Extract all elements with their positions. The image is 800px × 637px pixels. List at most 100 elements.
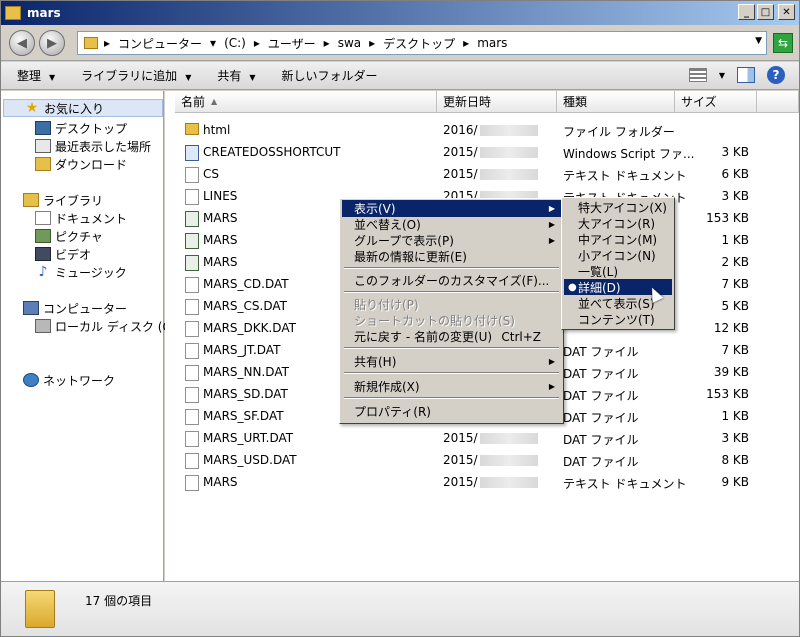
submenu-arrow-icon: ▶ <box>548 382 555 391</box>
file-date: 2015/ <box>443 431 538 445</box>
file-size: 7 KB <box>721 277 749 291</box>
submenu-item-extra-large-icons[interactable]: 特大アイコン(X) <box>564 199 672 215</box>
file-name: MARS_DKK.DAT <box>203 321 296 335</box>
refresh-icon[interactable]: ⇆ <box>773 33 793 53</box>
file-row[interactable]: MARS_USD.DAT 2015/DAT ファイル 8 KB <box>181 449 781 471</box>
redacted-date <box>479 169 538 180</box>
close-button[interactable]: ✕ <box>778 4 795 20</box>
breadcrumb-computer[interactable]: コンピューター <box>118 35 202 52</box>
back-button[interactable]: ◀ <box>9 30 35 56</box>
nav-item-pictures[interactable]: ピクチャ <box>35 227 103 245</box>
file-name: MARS <box>203 255 238 269</box>
share-button[interactable]: 共有 ▼ <box>201 67 265 84</box>
add-to-library-button[interactable]: ライブラリに追加 ▼ <box>65 67 201 84</box>
file-name: CREATEDOSSHORTCUT <box>203 145 341 159</box>
submenu-arrow-icon: ▶ <box>548 220 555 229</box>
file-icon <box>185 387 199 403</box>
file-icon <box>185 453 199 469</box>
nav-item-desktop[interactable]: デスクトップ <box>35 119 127 137</box>
file-type: DAT ファイル <box>563 411 639 425</box>
menu-item-undo[interactable]: 元に戻す - 名前の変更(U) Ctrl+Z <box>342 328 561 345</box>
view-options-icon[interactable] <box>688 68 707 82</box>
breadcrumb-desktop[interactable]: デスクトップ <box>383 35 455 52</box>
file-name: MARS <box>203 233 238 247</box>
help-icon[interactable]: ? <box>767 66 785 84</box>
file-name: MARS_USD.DAT <box>203 453 297 467</box>
file-icon <box>185 409 199 425</box>
explorer-window: mars _ □ ✕ ◀ ▶ ▸ コンピューター ▾ (C:) ▸ ユーザー ▸… <box>0 0 800 637</box>
chevron-down-icon: ▼ <box>249 73 256 82</box>
submenu-item-small-icons[interactable]: 小アイコン(N) <box>564 247 672 263</box>
organize-button[interactable]: 整理 ▼ <box>1 67 65 84</box>
preview-pane-icon[interactable] <box>737 67 755 83</box>
column-header-size[interactable]: サイズ <box>675 91 757 113</box>
file-type: Windows Script ファ... <box>563 147 695 161</box>
submenu-item-content[interactable]: コンテンツ(T) <box>564 311 672 327</box>
file-size: 3 KB <box>721 189 749 203</box>
column-header-type[interactable]: 種類 <box>557 91 675 113</box>
nav-item-computer[interactable]: コンピューター <box>23 299 127 317</box>
submenu-arrow-icon: ▶ <box>548 204 555 213</box>
file-name: MARS_SF.DAT <box>203 409 284 423</box>
menu-item-new[interactable]: 新規作成(X) ▶ <box>342 378 561 395</box>
file-name: MARS_URT.DAT <box>203 431 294 445</box>
downloads-icon <box>35 157 51 171</box>
submenu-item-medium-icons[interactable]: 中アイコン(M) <box>564 231 672 247</box>
title-bar[interactable]: mars _ □ ✕ <box>1 1 799 25</box>
nav-item-recent[interactable]: 最近表示した場所 <box>35 137 151 155</box>
chevron-down-icon[interactable]: ▼ <box>719 71 725 80</box>
new-folder-button[interactable]: 新しいフォルダー <box>266 67 388 84</box>
undo-shortcut: Ctrl+Z <box>501 329 541 344</box>
file-icon <box>185 431 199 447</box>
maximize-button[interactable]: □ <box>757 4 774 20</box>
file-name: LINES <box>203 189 238 203</box>
nav-item-videos[interactable]: ビデオ <box>35 245 91 263</box>
file-row[interactable]: CREATEDOSSHORTCUT 2015/Windows Script ファ.… <box>181 141 781 163</box>
address-bar[interactable]: ▸ コンピューター ▾ (C:) ▸ ユーザー ▸ swa ▸ デスクトップ ▸… <box>77 31 767 55</box>
nav-item-favorites[interactable]: ★ お気に入り <box>3 99 163 117</box>
minimize-button[interactable]: _ <box>738 4 755 20</box>
menu-separator <box>344 347 559 349</box>
window-controls: _ □ ✕ <box>738 4 795 20</box>
chevron-down-icon[interactable]: ▼ <box>755 36 762 46</box>
file-size: 39 KB <box>713 365 749 379</box>
menu-item-properties[interactable]: プロパティ(R) <box>342 403 561 420</box>
file-row[interactable]: MARS 2015/テキスト ドキュメント 9 KB <box>181 471 781 493</box>
breadcrumb-user[interactable]: swa <box>338 36 361 50</box>
submenu-arrow-icon: ▶ <box>548 236 555 245</box>
file-row[interactable]: html 2016/ファイル フォルダー <box>181 119 781 141</box>
forward-button[interactable]: ▶ <box>39 30 65 56</box>
column-header-name[interactable]: 名前 ▲ <box>175 91 437 113</box>
file-date: 2016/ <box>443 123 538 137</box>
file-row[interactable]: MARS_URT.DAT 2015/DAT ファイル 3 KB <box>181 427 781 449</box>
redacted-date <box>479 477 538 488</box>
nav-item-downloads[interactable]: ダウンロード <box>35 155 127 173</box>
details-pane: 17 個の項目 <box>1 581 799 636</box>
chevron-down-icon: ▼ <box>185 73 192 82</box>
submenu-item-list[interactable]: 一覧(L) <box>564 263 672 279</box>
file-icon <box>185 475 199 491</box>
redacted-date <box>479 433 538 444</box>
menu-separator <box>344 372 559 374</box>
toolbar-right: ▼ ? <box>688 66 785 84</box>
item-count: 17 個の項目 <box>85 594 153 608</box>
nav-item-documents[interactable]: ドキュメント <box>35 209 127 227</box>
menu-item-refresh[interactable]: 最新の情報に更新(E) <box>342 248 561 265</box>
nav-item-local-disk[interactable]: ローカル ディスク (C:) <box>35 317 180 335</box>
menu-item-sort[interactable]: 並べ替え(O) ▶ <box>342 216 561 233</box>
file-row[interactable]: CS 2015/テキスト ドキュメント 6 KB <box>181 163 781 185</box>
nav-item-music[interactable]: ♪ ミュージック <box>35 263 127 281</box>
submenu-item-large-icons[interactable]: 大アイコン(R) <box>564 215 672 231</box>
nav-item-libraries[interactable]: ライブラリ <box>23 191 103 209</box>
breadcrumb-mars[interactable]: mars <box>477 36 507 50</box>
redacted-date <box>479 125 538 136</box>
menu-item-customize[interactable]: このフォルダーのカスタマイズ(F)... <box>342 272 561 289</box>
nav-item-network[interactable]: ネットワーク <box>23 371 115 389</box>
menu-item-view[interactable]: 表示(V) ▶ <box>342 200 561 217</box>
breadcrumb-drive[interactable]: (C:) <box>224 36 246 50</box>
menu-item-share[interactable]: 共有(H) ▶ <box>342 353 561 370</box>
file-icon <box>185 145 199 161</box>
breadcrumb-users[interactable]: ユーザー <box>268 35 316 52</box>
column-header-modified[interactable]: 更新日時 <box>437 91 557 113</box>
menu-item-group[interactable]: グループで表示(P) ▶ <box>342 232 561 249</box>
